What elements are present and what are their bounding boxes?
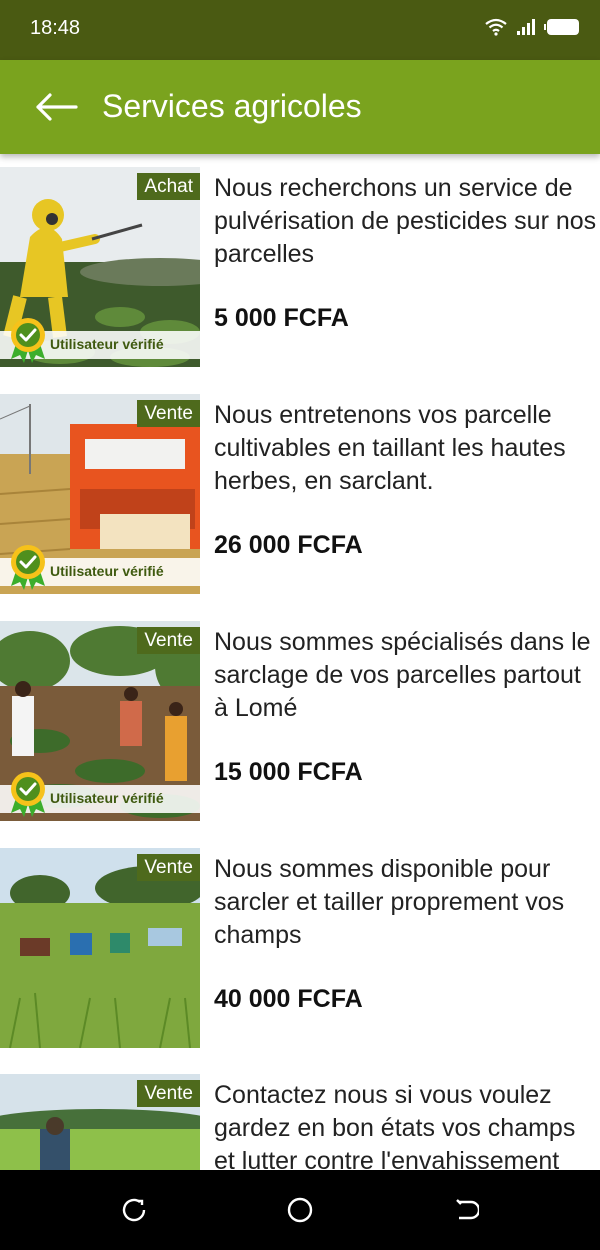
verified-medal-icon xyxy=(11,318,45,363)
listing-type-badge: Achat xyxy=(137,173,200,200)
listing-list: Achat Utilisateur vérifié Nous rechercho… xyxy=(0,154,600,1170)
listing-image: Achat Utilisateur vérifié xyxy=(0,167,200,367)
status-bar: 18:48 xyxy=(0,0,600,60)
nav-recents-button[interactable] xyxy=(118,1194,150,1226)
listing-price: 15 000 FCFA xyxy=(214,758,363,786)
status-icons xyxy=(484,18,580,36)
recents-icon xyxy=(122,1198,146,1222)
nav-home-button[interactable] xyxy=(284,1194,316,1226)
app-bar: Services agricoles xyxy=(0,60,600,154)
listing-card[interactable]: Vente Utilisateur vérifié Nous entreteno… xyxy=(0,394,600,594)
nav-back-button[interactable] xyxy=(450,1194,482,1226)
back-button[interactable] xyxy=(28,82,84,132)
verified-badge: Utilisateur vérifié xyxy=(0,772,200,817)
verified-badge: Utilisateur vérifié xyxy=(0,318,200,363)
verified-medal-icon xyxy=(11,545,45,590)
listing-description: Nous sommes disponible pour sarcler et t… xyxy=(214,855,565,949)
wifi-icon xyxy=(485,18,507,36)
status-time: 18:48 xyxy=(30,17,81,39)
listing-description: Contactez nous si vous voulez gardez en … xyxy=(214,1081,576,1170)
home-icon xyxy=(287,1197,313,1223)
verified-medal-icon xyxy=(11,772,45,817)
listing-image: Vente Utilisateur vérifié xyxy=(0,621,200,821)
arrow-left-icon xyxy=(36,93,78,121)
listing-card[interactable]: Vente Utilisateur vérifié Nous sommes sp… xyxy=(0,621,600,821)
listing-price: 26 000 FCFA xyxy=(214,531,363,559)
verified-label: Utilisateur vérifié xyxy=(50,790,164,806)
system-nav-bar xyxy=(0,1170,600,1250)
listing-type-badge: Vente xyxy=(137,854,200,881)
listing-description: Nous entretenons vos parcelle cultivable… xyxy=(214,401,566,495)
verified-label: Utilisateur vérifié xyxy=(50,336,164,352)
listing-image: Vente xyxy=(0,848,200,1048)
battery-icon xyxy=(544,19,579,35)
listing-description: Nous sommes spécialisés dans le sarclage… xyxy=(214,628,591,722)
signal-icon xyxy=(517,19,535,35)
listing-price: 5 000 FCFA xyxy=(214,304,349,332)
page-title: Services agricoles xyxy=(102,88,362,124)
back-nav-icon xyxy=(456,1199,479,1220)
listing-type-badge: Vente xyxy=(137,627,200,654)
listing-image: Vente Utilisateur vérifié xyxy=(0,394,200,594)
listing-description: Nous recherchons un service de pulvérisa… xyxy=(214,174,597,268)
listing-card[interactable]: Vente Nous sommes disponible pour sarcle… xyxy=(0,848,600,1048)
listing-card[interactable]: Vente Contactez nous si vous voulez gard… xyxy=(0,1074,600,1170)
listing-type-badge: Vente xyxy=(137,1080,200,1107)
verified-badge: Utilisateur vérifié xyxy=(0,545,200,590)
listing-card[interactable]: Achat Utilisateur vérifié Nous rechercho… xyxy=(0,167,600,367)
listing-type-badge: Vente xyxy=(137,400,200,427)
listing-image: Vente xyxy=(0,1074,200,1170)
verified-label: Utilisateur vérifié xyxy=(50,563,164,579)
listing-price: 40 000 FCFA xyxy=(214,985,363,1013)
